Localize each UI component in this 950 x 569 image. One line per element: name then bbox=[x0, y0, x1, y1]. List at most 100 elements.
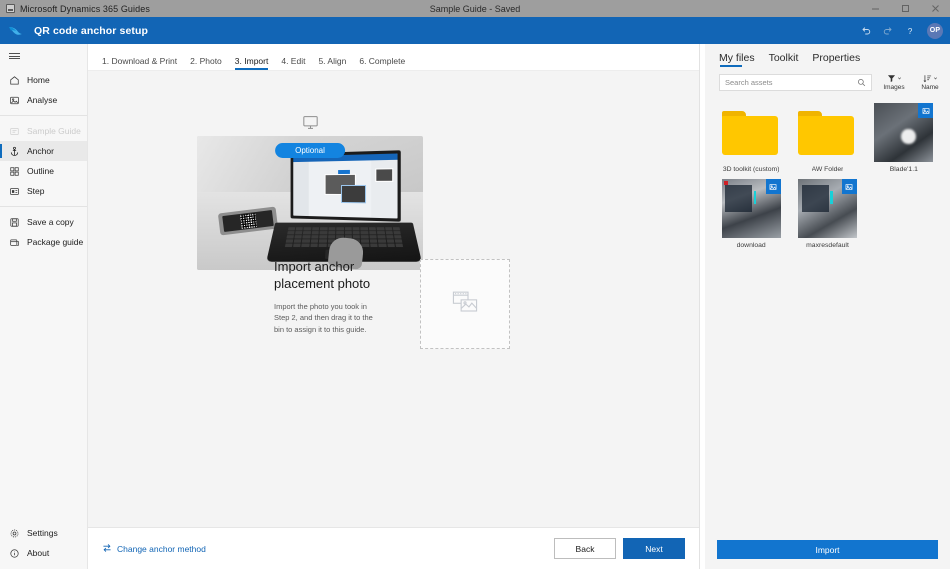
laptop-prop bbox=[271, 152, 417, 264]
change-anchor-method-button[interactable]: Change anchor method bbox=[102, 543, 206, 555]
search-assets-field[interactable] bbox=[719, 74, 872, 91]
analyse-icon bbox=[9, 95, 20, 106]
step-tab-import[interactable]: 3. Import bbox=[235, 56, 269, 70]
help-icon[interactable]: ? bbox=[900, 21, 920, 41]
step-tab-complete[interactable]: 6. Complete bbox=[359, 56, 405, 70]
next-button[interactable]: Next bbox=[623, 538, 685, 559]
folder-thumbnail bbox=[722, 103, 781, 162]
tab-my-files[interactable]: My files bbox=[719, 52, 755, 68]
main-action-bar: Change anchor method Back Next bbox=[88, 527, 699, 569]
step-tab-align[interactable]: 5. Align bbox=[318, 56, 346, 70]
hamburger-menu-icon[interactable] bbox=[0, 44, 87, 68]
sidebar-item-settings[interactable]: Settings bbox=[0, 523, 87, 543]
wizard-buttons: Back Next bbox=[554, 538, 685, 559]
import-button-container: Import bbox=[705, 532, 950, 569]
sidebar-item-label: Save a copy bbox=[27, 217, 74, 227]
sidebar-item-outline[interactable]: Outline bbox=[0, 161, 87, 181]
back-button[interactable]: Back bbox=[554, 538, 616, 559]
change-anchor-method-label: Change anchor method bbox=[117, 544, 206, 554]
filter-label: Images bbox=[883, 84, 904, 91]
sidebar-item-home[interactable]: Home bbox=[0, 70, 87, 90]
import-description: Import the photo you took in Step 2, and… bbox=[274, 301, 382, 336]
maximize-button[interactable] bbox=[890, 0, 920, 17]
monitor-icon bbox=[197, 115, 423, 130]
sidebar-divider bbox=[0, 115, 87, 116]
step-tab-photo[interactable]: 2. Photo bbox=[190, 56, 222, 70]
swap-icon bbox=[102, 543, 112, 555]
asset-panel-tabs: My files Toolkit Properties bbox=[705, 44, 950, 68]
step-navigation: 1. Download & Print 2. Photo 3. Import 4… bbox=[88, 44, 699, 71]
sidebar-item-analyse[interactable]: Analyse bbox=[0, 90, 87, 110]
folder-thumbnail bbox=[798, 103, 857, 162]
user-avatar[interactable]: OP bbox=[927, 23, 943, 39]
sidebar-item-step[interactable]: Step bbox=[0, 181, 87, 201]
import-detail-section: Import anchor placement photo Import the… bbox=[274, 259, 510, 349]
file-item-image[interactable]: maxresdefault bbox=[793, 179, 861, 249]
undo-icon[interactable] bbox=[856, 21, 876, 41]
sidebar-item-about[interactable]: About bbox=[0, 543, 87, 563]
file-name-label: download bbox=[737, 242, 766, 249]
sidebar-item-label: Settings bbox=[27, 528, 58, 538]
search-icon bbox=[857, 74, 866, 92]
sidebar-item-label: Home bbox=[27, 75, 50, 85]
sidebar-item-label: About bbox=[27, 548, 49, 558]
import-button[interactable]: Import bbox=[717, 540, 938, 559]
hero-illustration: Optional bbox=[197, 115, 423, 270]
file-name-label: 3D toolkit (custom) bbox=[723, 166, 780, 173]
filter-images-button[interactable]: Images bbox=[880, 74, 908, 91]
instruction-canvas: Optional Import anchor placement photo I… bbox=[88, 71, 699, 527]
dynamics-guides-logo-icon bbox=[0, 22, 26, 39]
sidebar-item-label: Anchor bbox=[27, 146, 54, 156]
image-thumbnail bbox=[722, 179, 781, 238]
tab-properties[interactable]: Properties bbox=[812, 52, 860, 68]
file-item-folder[interactable]: 3D toolkit (custom) bbox=[717, 103, 785, 173]
file-item-image[interactable]: Blade'1.1 bbox=[870, 103, 938, 173]
left-sidebar: Home Analyse Sample Guide Anchor Outline… bbox=[0, 44, 88, 569]
sort-name-button[interactable]: Name bbox=[916, 74, 944, 91]
image-type-badge-icon bbox=[842, 179, 857, 194]
sidebar-item-package-guide[interactable]: Package guide bbox=[0, 232, 87, 252]
file-item-image[interactable]: download bbox=[717, 179, 785, 249]
sidebar-group-top: Home Analyse bbox=[0, 68, 87, 110]
folder-icon bbox=[798, 111, 854, 155]
file-name-label: maxresdefault bbox=[806, 242, 849, 249]
sidebar-item-label: Step bbox=[27, 186, 45, 196]
sidebar-item-label: Outline bbox=[27, 166, 54, 176]
folder-icon bbox=[722, 111, 778, 155]
redo-icon[interactable] bbox=[878, 21, 898, 41]
sidebar-group-actions: Save a copy Package guide bbox=[0, 212, 87, 252]
qr-code-glyph bbox=[240, 213, 257, 229]
minimize-button[interactable] bbox=[860, 0, 890, 17]
tab-toolkit[interactable]: Toolkit bbox=[769, 52, 799, 68]
step-tab-download-print[interactable]: 1. Download & Print bbox=[102, 56, 177, 70]
photo-drop-bin[interactable] bbox=[420, 259, 510, 349]
guide-icon bbox=[9, 126, 20, 137]
document-title: Sample Guide - Saved bbox=[0, 4, 950, 14]
page-title: QR code anchor setup bbox=[26, 25, 148, 37]
sort-label: Name bbox=[921, 84, 938, 91]
asset-panel-toolbar: Images Name bbox=[705, 68, 950, 95]
sidebar-item-sample-guide: Sample Guide bbox=[0, 121, 87, 141]
right-asset-panel: My files Toolkit Properties Images bbox=[705, 44, 950, 569]
application-window: Microsoft Dynamics 365 Guides Sample Gui… bbox=[0, 0, 950, 569]
main-content-panel: 1. Download & Print 2. Photo 3. Import 4… bbox=[88, 44, 700, 569]
sidebar-item-label: Sample Guide bbox=[27, 126, 81, 136]
close-button[interactable] bbox=[920, 0, 950, 17]
sidebar-item-anchor[interactable]: Anchor bbox=[0, 141, 87, 161]
sidebar-item-save-a-copy[interactable]: Save a copy bbox=[0, 212, 87, 232]
file-item-folder[interactable]: AW Folder bbox=[793, 103, 861, 173]
sidebar-group-bottom: Settings About bbox=[0, 523, 87, 563]
window-controls bbox=[860, 0, 950, 17]
step-tab-edit[interactable]: 4. Edit bbox=[281, 56, 305, 70]
search-input[interactable] bbox=[725, 78, 857, 87]
image-thumbnail bbox=[798, 179, 857, 238]
svg-text:?: ? bbox=[908, 27, 913, 36]
image-type-badge-icon bbox=[766, 179, 781, 194]
step-icon bbox=[9, 186, 20, 197]
package-icon bbox=[9, 237, 20, 248]
file-name-label: Blade'1.1 bbox=[890, 166, 918, 173]
image-type-badge-icon bbox=[918, 103, 933, 118]
import-heading: Import anchor placement photo bbox=[274, 259, 382, 293]
sidebar-group-guide: Sample Guide Anchor Outline Step bbox=[0, 121, 87, 201]
anchor-icon bbox=[9, 146, 20, 157]
